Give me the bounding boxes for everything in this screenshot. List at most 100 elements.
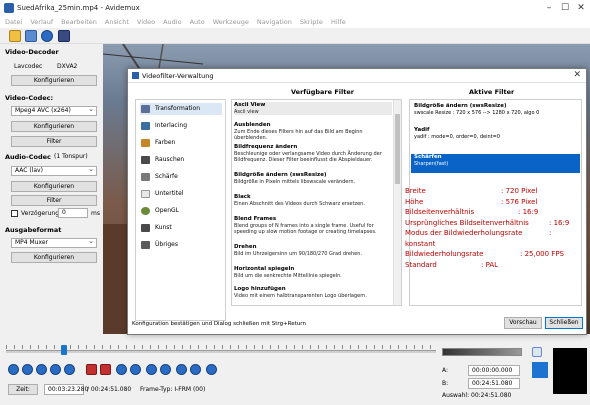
category-farben[interactable]: Farben — [140, 137, 222, 149]
category-list: Transformation Interlacing Farben Rausch… — [135, 99, 226, 321]
menu-hilfe[interactable]: Hilfe — [327, 17, 350, 26]
play-icon[interactable] — [8, 364, 19, 375]
misc-icon — [141, 241, 150, 249]
marker-b-field[interactable]: 00:24:51.080 — [468, 378, 520, 389]
set-marker-b-icon[interactable] — [100, 364, 111, 375]
rewind-icon[interactable] — [22, 364, 33, 375]
active-filter-name: Bildgröße ändern (swsResize) — [414, 103, 507, 109]
menu-audio[interactable]: Audio — [159, 17, 185, 26]
audio-codec-select[interactable]: AAC (lav) — [11, 165, 97, 176]
category-uebriges[interactable]: Übriges — [140, 239, 222, 251]
delay-unit: ms — [91, 210, 100, 217]
category-interlacing[interactable]: Interlacing — [140, 120, 222, 132]
active-filter-item[interactable]: Bildgröße ändern (swsResize) swscale Res… — [411, 103, 580, 116]
menu-verlauf[interactable]: Verlauf — [26, 17, 57, 26]
menu-datei[interactable]: Datei — [0, 17, 26, 26]
menu-video[interactable]: Video — [133, 17, 159, 26]
audio-meter-toggle-icon[interactable] — [532, 347, 542, 357]
filter-item[interactable]: Horizontal spiegeln Bild um die senkrech… — [234, 266, 392, 279]
category-kunst[interactable]: Kunst — [140, 222, 222, 234]
category-untertitel[interactable]: Untertitel — [140, 188, 222, 200]
time-button[interactable]: Zeit: — [8, 384, 38, 395]
transform-icon — [141, 105, 150, 113]
first-frame-icon[interactable] — [176, 364, 187, 375]
current-time-field[interactable]: 00:03:23.280 — [44, 384, 88, 395]
timeline-handle[interactable] — [61, 345, 68, 355]
output-format-select[interactable]: MP4 Muxer — [11, 237, 97, 248]
info-row: Höhe: 576 Pixel — [405, 197, 585, 208]
next-keyframe-icon[interactable] — [64, 364, 75, 375]
next-black-icon[interactable] — [130, 364, 141, 375]
scrollbar-thumb[interactable] — [395, 114, 400, 184]
open-folder-icon[interactable] — [9, 30, 21, 42]
filter-item[interactable]: Ausblenden Zum Ende dieses Filters hin a… — [234, 122, 392, 141]
category-schaerfe[interactable]: Schärfe — [140, 171, 222, 183]
audio-filter-button[interactable]: Filter — [11, 195, 97, 206]
filter-list-scrollbar[interactable] — [393, 100, 401, 305]
set-marker-a-icon[interactable] — [86, 364, 97, 375]
filter-item[interactable]: Bildgröße ändern (swsResize) Bildgröße i… — [234, 172, 392, 185]
info-value: : — [549, 229, 552, 237]
filter-item[interactable]: Drehen Bild im Uhrzeigersinn um 90/180/2… — [234, 244, 392, 257]
active-filter-item[interactable]: Yadif yadif : mode=0, order=0, deint=0 — [411, 127, 580, 140]
active-filters-header: Aktive Filter — [469, 88, 515, 96]
forward-icon[interactable] — [36, 364, 47, 375]
preview-button[interactable]: Vorschau — [504, 317, 542, 329]
dialog-close-icon[interactable]: ✕ — [573, 70, 581, 80]
category-label: Schärfe — [155, 173, 178, 180]
maximize-icon[interactable]: ☐ — [558, 2, 572, 14]
menu-werkzeuge[interactable]: Werkzeuge — [209, 17, 253, 26]
delay-spinbox[interactable]: 0 — [58, 208, 88, 218]
menu-auto[interactable]: Auto — [186, 17, 209, 26]
last-frame-icon[interactable] — [190, 364, 201, 375]
prev-keyframe-icon[interactable] — [50, 364, 61, 375]
active-filter-name: Yadif — [414, 127, 430, 133]
menu-skripte[interactable]: Skripte — [296, 17, 327, 26]
audio-configure-button[interactable]: Konfigurieren — [11, 181, 97, 192]
info-icon[interactable] — [41, 30, 53, 42]
interlacing-icon — [141, 122, 150, 130]
filter-desc: Bildgröße in Pixeln mittels libswscale v… — [234, 179, 356, 185]
filter-name: Blend Frames — [234, 216, 277, 222]
info-label: Standard — [405, 260, 437, 269]
decoder-configure-button[interactable]: Konfigurieren — [11, 75, 97, 86]
prev-black-icon[interactable] — [116, 364, 127, 375]
timeline-slider[interactable] — [6, 350, 436, 353]
goto-marker-a-icon[interactable] — [146, 364, 157, 375]
info-label: Höhe — [405, 197, 424, 206]
window-title: SuedAfrika_25min.mp4 - Avidemux — [17, 4, 140, 12]
close-button-label: Schließen — [549, 319, 579, 326]
filter-item[interactable]: Blend Frames Blend groups of N frames in… — [234, 216, 392, 235]
close-icon[interactable]: ✕ — [574, 2, 588, 14]
lavcodec-label: Lavcodec — [14, 63, 43, 70]
category-opengl[interactable]: OpenGL — [140, 205, 222, 217]
menu-ansicht[interactable]: Ansicht — [101, 17, 133, 26]
close-button[interactable]: Schließen — [545, 317, 583, 329]
category-label: Übriges — [155, 241, 178, 248]
goto-marker-b-icon[interactable] — [160, 364, 171, 375]
active-filter-item-selected[interactable]: Schärfen Sharpen(fast) — [411, 154, 580, 173]
calculator-icon[interactable] — [58, 30, 70, 42]
filter-desc: Beschleunige oder verlangsame Video durc… — [234, 151, 382, 163]
delay-checkbox[interactable] — [11, 210, 18, 217]
save-icon[interactable] — [25, 30, 37, 42]
video-filter-button[interactable]: Filter — [11, 136, 97, 147]
video-configure-button[interactable]: Konfigurieren — [11, 121, 97, 132]
video-codec-select[interactable]: Mpeg4 AVC (x264) — [11, 105, 97, 116]
volume-slider[interactable] — [532, 362, 548, 378]
filter-name: Drehen — [234, 244, 257, 250]
filter-item[interactable]: Black Einen Abschnitt des Videos durch S… — [234, 194, 392, 207]
filter-item[interactable]: Logo hinzufügen Video mit einem halbtran… — [234, 286, 392, 299]
goto-time-icon[interactable] — [206, 364, 217, 375]
filter-item[interactable]: Bildfrequenz ändern Beschleunige oder ve… — [234, 144, 392, 163]
volume-meter — [442, 348, 522, 356]
category-rauschen[interactable]: Rauschen — [140, 154, 222, 166]
filter-desc: Video mit einem halbtransparenten Logo ü… — [234, 293, 367, 299]
menu-navigation[interactable]: Navigation — [253, 17, 296, 26]
category-transformation[interactable]: Transformation — [140, 103, 222, 115]
filter-item[interactable]: Ascii View Ascii view — [234, 102, 392, 115]
minimize-icon[interactable]: – — [542, 2, 556, 14]
output-configure-button[interactable]: Konfigurieren — [11, 252, 97, 263]
marker-a-field[interactable]: 00:00:00.000 — [468, 365, 520, 376]
menu-bearbeiten[interactable]: Bearbeiten — [57, 17, 101, 26]
